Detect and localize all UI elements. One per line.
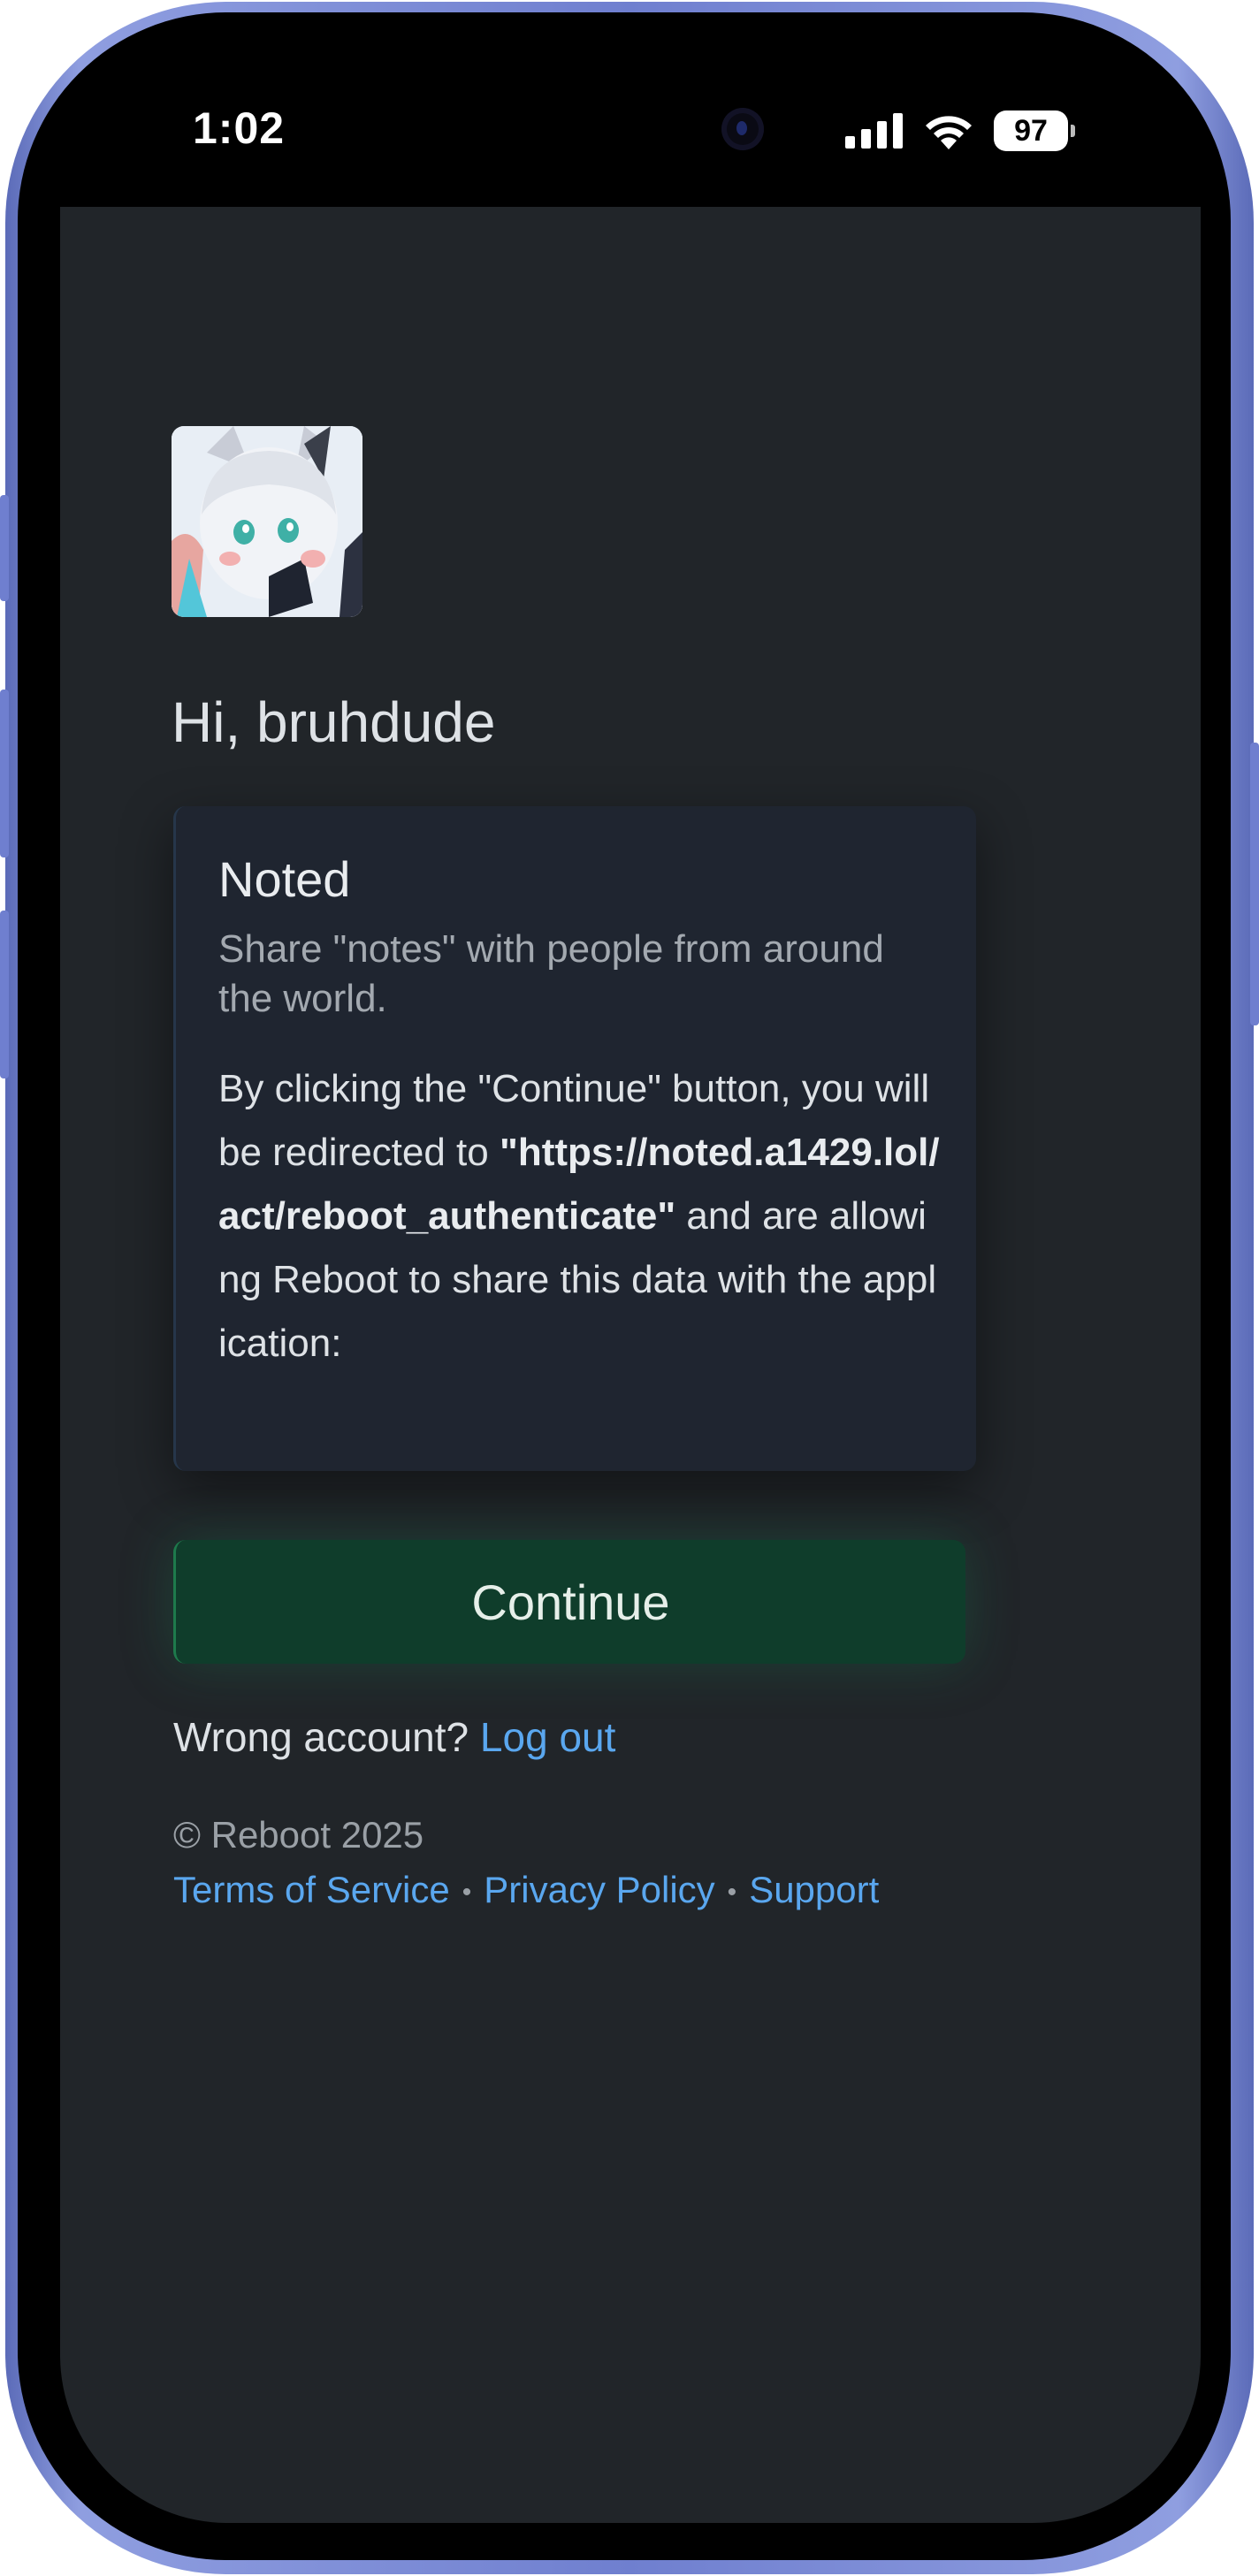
- volume-down-button: [0, 911, 9, 1078]
- greeting-heading: Hi, bruhdude: [172, 690, 496, 754]
- continue-button[interactable]: Continue: [173, 1540, 965, 1664]
- app-name: Noted: [218, 851, 351, 907]
- user-avatar: [172, 426, 362, 617]
- terms-of-service-link[interactable]: Terms of Service: [173, 1869, 450, 1910]
- status-icons: 97: [845, 106, 1075, 156]
- footer-links: Terms of Service • Privacy Policy • Support: [173, 1869, 879, 1911]
- action-button: [0, 495, 9, 601]
- front-camera-icon: [721, 108, 764, 150]
- app-consent-card: Noted Share "notes" with people from aro…: [173, 806, 976, 1471]
- status-bar: 1:02 97: [60, 30, 1201, 207]
- wifi-icon: [926, 116, 972, 149]
- avatar-image: [172, 426, 362, 617]
- app-description: Share "notes" with people from around th…: [218, 927, 884, 1020]
- footer-separator: •: [462, 1877, 472, 1907]
- copyright-text: © Reboot 2025: [173, 1814, 424, 1856]
- consent-text: By clicking the "Continue" button, you w…: [218, 1057, 943, 1376]
- battery-icon: 97: [994, 111, 1075, 151]
- support-link[interactable]: Support: [749, 1869, 879, 1910]
- signal-icon: [845, 113, 903, 149]
- footer-separator: •: [727, 1877, 737, 1907]
- volume-up-button: [0, 690, 9, 857]
- logout-link[interactable]: Log out: [480, 1714, 615, 1760]
- privacy-policy-link[interactable]: Privacy Policy: [484, 1869, 714, 1910]
- wrong-account-text: Wrong account?: [173, 1714, 469, 1760]
- status-time: 1:02: [193, 103, 286, 153]
- power-button: [1250, 743, 1259, 1025]
- wrong-account-line: Wrong account? Log out: [173, 1713, 615, 1761]
